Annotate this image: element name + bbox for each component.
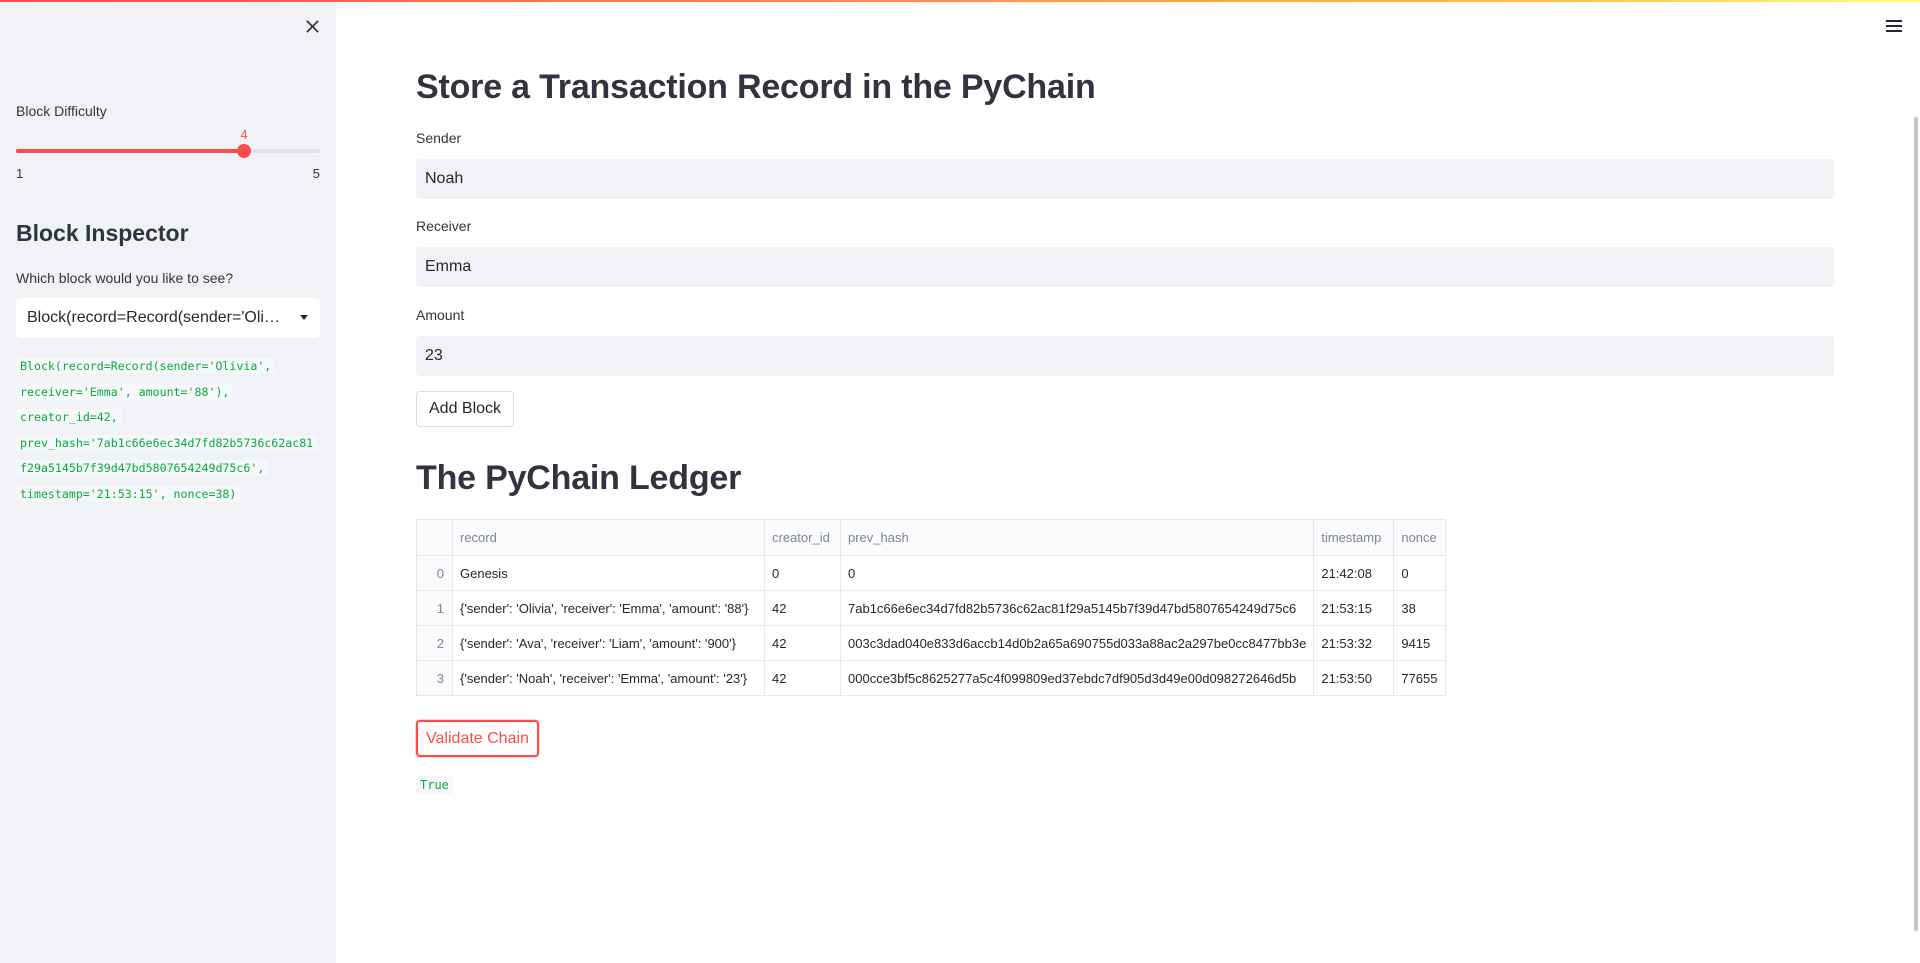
- column-header-index[interactable]: [416, 519, 453, 556]
- column-header-creator-id[interactable]: creator_id: [764, 519, 841, 556]
- code-line: f29a5145b7f39d47bd5807654249d75c6',: [16, 460, 269, 477]
- timestamp-cell: 21:53:32: [1313, 625, 1395, 661]
- column-header-nonce[interactable]: nonce: [1393, 519, 1447, 556]
- timestamp-cell: 21:53:15: [1313, 590, 1395, 626]
- timestamp-cell: 21:42:08: [1313, 555, 1395, 591]
- prev-hash-cell: 003c3dad040e833d6accb14d0b2a65a690755d03…: [839, 625, 1315, 661]
- slider-max-label: 5: [312, 166, 320, 181]
- row-index-cell: 0: [416, 555, 453, 591]
- sender-label: Sender: [416, 130, 462, 146]
- code-line: creator_id=42,: [16, 409, 122, 426]
- block-select-label: Which block would you like to see?: [16, 270, 234, 286]
- validate-chain-button[interactable]: Validate Chain: [416, 720, 539, 757]
- nonce-cell: 38: [1393, 590, 1447, 626]
- caret-down-icon: [300, 315, 308, 320]
- prev-hash-cell: 0: [839, 555, 1315, 591]
- code-line: Block(record=Record(sender='Olivia',: [16, 358, 276, 374]
- column-header-record[interactable]: record: [452, 519, 765, 556]
- row-index-cell: 3: [416, 660, 453, 696]
- receiver-label: Receiver: [416, 218, 472, 234]
- nonce-cell: 77655: [1393, 660, 1447, 696]
- table-row: 1 {'sender': 'Olivia', 'receiver': 'Emma…: [416, 590, 1447, 626]
- table-row: 0 Genesis 0 0 21:42:08 0: [416, 555, 1447, 591]
- creator-id-cell: 42: [764, 590, 841, 626]
- scrollbar-thumb[interactable]: [1914, 117, 1918, 931]
- hamburger-menu-icon[interactable]: [1886, 18, 1904, 34]
- table-header-row: record creator_id prev_hash timestamp no…: [416, 519, 1447, 556]
- row-index-cell: 2: [416, 625, 453, 661]
- close-icon: [305, 19, 319, 33]
- top-decoration-bar: [0, 0, 1920, 2]
- nonce-cell: 0: [1393, 555, 1447, 591]
- slider-min-label: 1: [16, 166, 24, 181]
- validation-result: True: [416, 776, 453, 794]
- sender-input[interactable]: Noah: [416, 159, 1834, 199]
- amount-input[interactable]: 23: [416, 336, 1834, 376]
- record-cell: Genesis: [452, 555, 765, 591]
- timestamp-cell: 21:53:50: [1313, 660, 1395, 696]
- table-row: 3 {'sender': 'Noah', 'receiver': 'Emma',…: [416, 660, 1447, 696]
- prev-hash-cell: 7ab1c66e6ec34d7fd82b5736c62ac81f29a5145b…: [839, 590, 1315, 626]
- block-difficulty-slider[interactable]: [16, 144, 320, 158]
- creator-id-cell: 0: [764, 555, 841, 591]
- nonce-cell: 9415: [1393, 625, 1447, 661]
- receiver-input[interactable]: Emma: [416, 247, 1834, 287]
- block-select-value: Block(record=Record(sender='Olivia', rec…: [27, 309, 286, 326]
- sidebar: Block Difficulty 4 1 5 Block Inspector W…: [0, 0, 336, 963]
- slider-value: 4: [240, 127, 248, 142]
- creator-id-cell: 42: [764, 660, 841, 696]
- add-block-button[interactable]: Add Block: [416, 391, 515, 427]
- block-details-code: Block(record=Record(sender='Olivia', rec…: [16, 354, 324, 508]
- page-title: Store a Transaction Record in the PyChai…: [416, 68, 1096, 106]
- record-cell: {'sender': 'Ava', 'receiver': 'Liam', 'a…: [452, 625, 765, 661]
- record-cell: {'sender': 'Olivia', 'receiver': 'Emma',…: [452, 590, 765, 626]
- main-content: Store a Transaction Record in the PyChai…: [416, 0, 1834, 963]
- block-inspector-title: Block Inspector: [16, 220, 189, 246]
- column-header-timestamp[interactable]: timestamp: [1313, 519, 1395, 556]
- block-difficulty-label: Block Difficulty: [16, 103, 107, 119]
- slider-thumb[interactable]: [237, 144, 251, 158]
- row-index-cell: 1: [416, 590, 453, 626]
- table-row: 2 {'sender': 'Ava', 'receiver': 'Liam', …: [416, 625, 1447, 661]
- main-scrollbar[interactable]: [1912, 0, 1920, 963]
- ledger-title: The PyChain Ledger: [416, 459, 742, 497]
- column-header-prev-hash[interactable]: prev_hash: [839, 519, 1315, 556]
- creator-id-cell: 42: [764, 625, 841, 661]
- slider-fill: [16, 149, 244, 153]
- close-sidebar-button[interactable]: [300, 14, 324, 38]
- record-cell: {'sender': 'Noah', 'receiver': 'Emma', '…: [452, 660, 765, 696]
- block-select[interactable]: Block(record=Record(sender='Olivia', rec…: [16, 298, 320, 338]
- code-line: prev_hash='7ab1c66e6ec34d7fd82b5736c62ac…: [16, 434, 318, 451]
- prev-hash-cell: 000cce3bf5c8625277a5c4f099809ed37ebdc7df…: [839, 660, 1315, 696]
- code-line: receiver='Emma', amount='88'),: [16, 383, 234, 400]
- amount-label: Amount: [416, 307, 465, 323]
- ledger-table: record creator_id prev_hash timestamp no…: [416, 519, 1447, 696]
- code-line: timestamp='21:53:15', nonce=38): [16, 485, 241, 502]
